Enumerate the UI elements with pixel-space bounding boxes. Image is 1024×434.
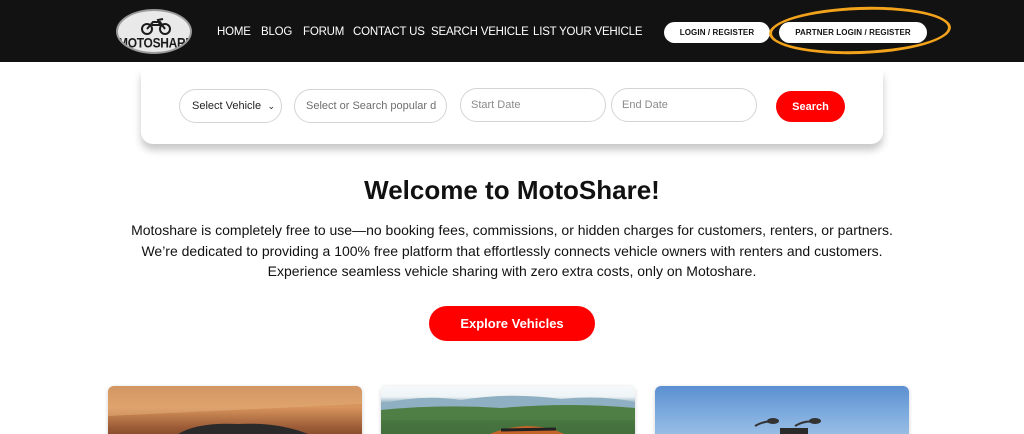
nav-forum[interactable]: FORUM: [303, 26, 344, 38]
nav-contact-us[interactable]: CONTACT US: [353, 26, 425, 38]
vehicle-select-value: Select Vehicle: [192, 100, 262, 112]
nav-list-your-vehicle[interactable]: LIST YOUR VEHICLE: [533, 26, 643, 38]
welcome-line-2: We’re dedicated to providing a 100% free…: [141, 242, 883, 259]
area-search-input[interactable]: Select or Search popular d: [294, 89, 447, 123]
chevron-down-icon: ⌄: [267, 101, 275, 111]
nav-home[interactable]: HOME: [217, 26, 251, 38]
welcome-line-3: Experience seamless vehicle sharing with…: [267, 263, 757, 279]
vehicle-card-image-2[interactable]: [381, 386, 635, 434]
login-register-button[interactable]: LOGIN / REGISTER: [664, 22, 770, 43]
nav-blog[interactable]: BLOG: [261, 26, 292, 38]
vehicle-type-select[interactable]: Select Vehicle ⌄: [179, 89, 282, 123]
explore-vehicles-button[interactable]: Explore Vehicles: [429, 306, 595, 341]
welcome-title: Welcome to MotoShare!: [364, 175, 660, 205]
nav-search-vehicle[interactable]: SEARCH VEHICLE: [431, 26, 529, 38]
motorcycle-logo-icon: [141, 18, 171, 35]
end-date-input[interactable]: End Date: [611, 88, 757, 122]
site-header: MOTOSHARE HOME BLOG FORUM CONTACT US SEA…: [0, 0, 1024, 62]
brand-name: MOTOSHARE: [118, 34, 192, 52]
vehicle-card-image-3[interactable]: [655, 386, 909, 434]
motoshare-logo[interactable]: MOTOSHARE: [116, 9, 192, 54]
welcome-line-1: Motoshare is completely free to use—no b…: [131, 222, 893, 238]
welcome-description: Motoshare is completely free to use—no b…: [0, 220, 1024, 282]
start-date-input[interactable]: Start Date: [460, 88, 606, 122]
vehicle-card-image-1[interactable]: [108, 386, 362, 434]
search-button[interactable]: Search: [776, 91, 845, 122]
partner-login-register-button[interactable]: PARTNER LOGIN / REGISTER: [779, 22, 927, 43]
